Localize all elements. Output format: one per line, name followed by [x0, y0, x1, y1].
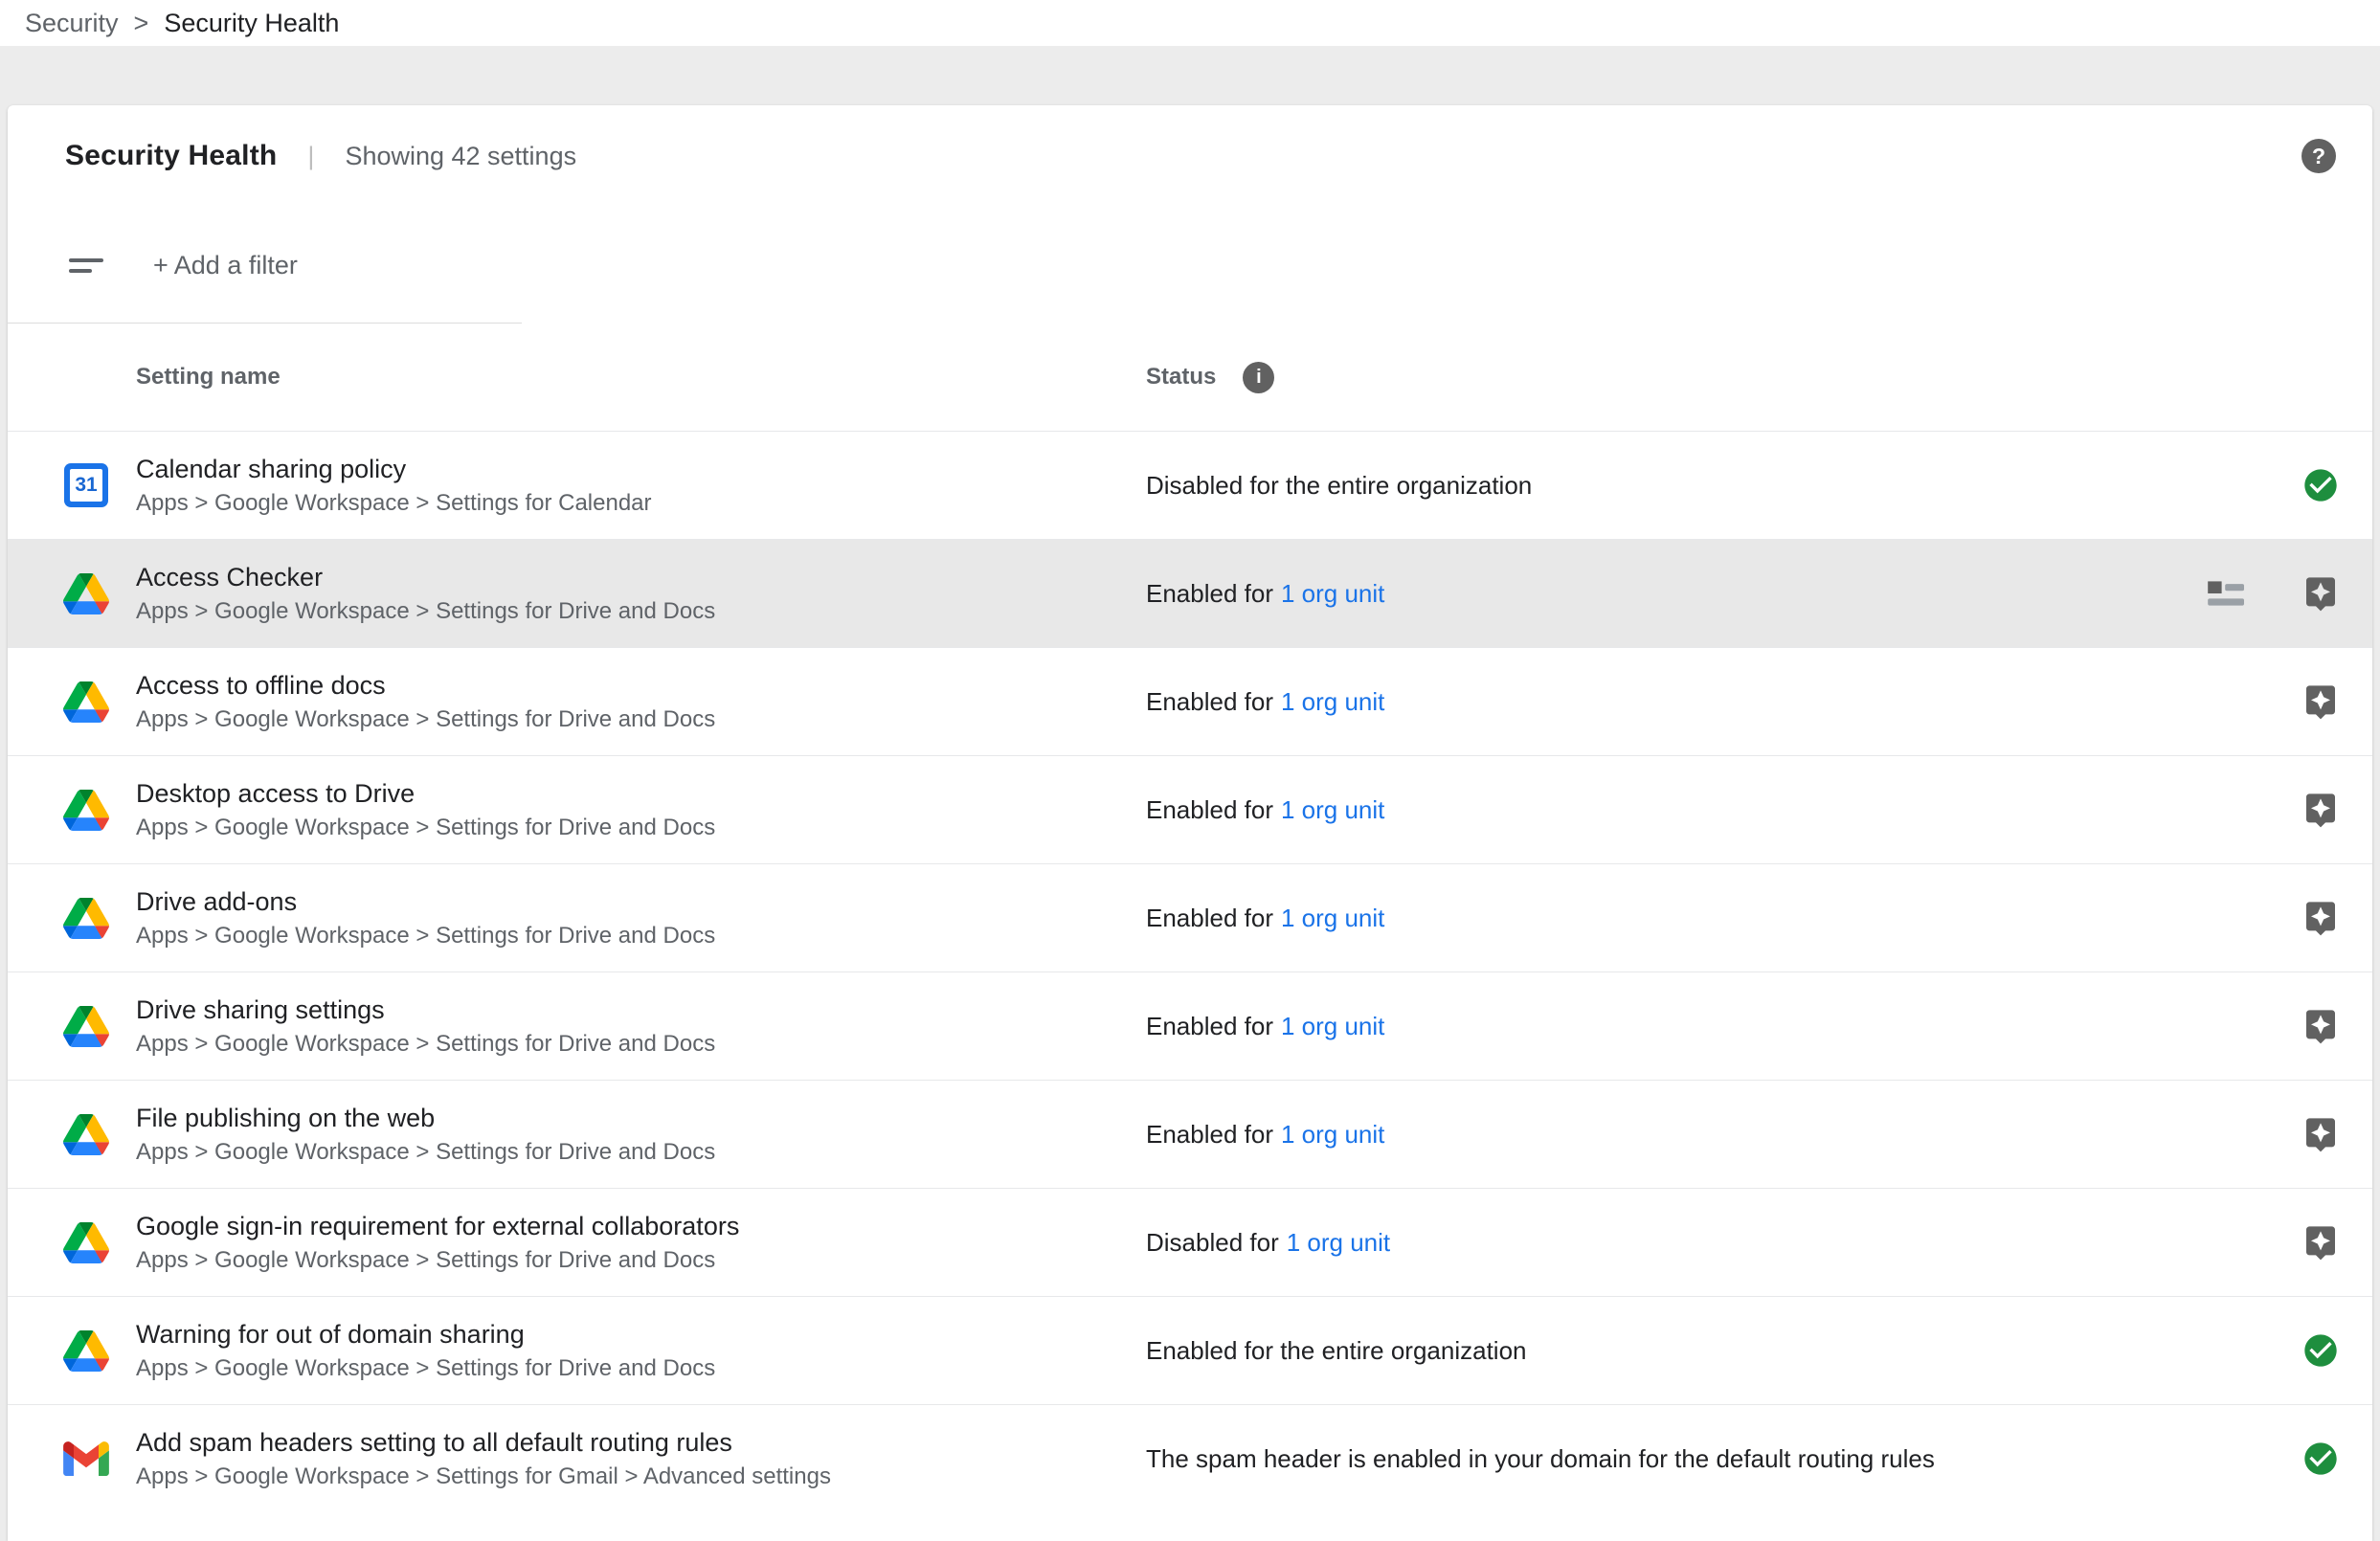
status-text: The spam header is enabled in your domai… — [1146, 1444, 1935, 1474]
status-text: Enabled for — [1146, 795, 1273, 825]
table-row[interactable]: Access Checker Apps > Google Workspace >… — [8, 539, 2372, 647]
status-text: Enabled for — [1146, 904, 1273, 933]
status-text: Enabled for — [1146, 1120, 1273, 1150]
status-text: Enabled for — [1146, 1012, 1273, 1041]
status-text: Disabled for the entire organization — [1146, 471, 1532, 501]
breadcrumb-separator-icon: > — [134, 9, 149, 38]
filter-icon — [69, 258, 105, 273]
breadcrumb-security-health: Security Health — [164, 9, 339, 38]
table-header: Setting name Status i — [8, 324, 2372, 431]
table-row[interactable]: Warning for out of domain sharing Apps >… — [8, 1296, 2372, 1404]
breadcrumb: Security > Security Health — [0, 0, 2380, 46]
status-text: Disabled for — [1146, 1228, 1279, 1258]
recommendation-flag-icon[interactable] — [2301, 791, 2340, 829]
app-icon — [63, 1328, 109, 1374]
drive-icon — [63, 573, 109, 614]
setting-path: Apps > Google Workspace > Settings for D… — [136, 1354, 715, 1383]
setting-path: Apps > Google Workspace > Settings for C… — [136, 489, 652, 518]
setting-title[interactable]: Desktop access to Drive — [136, 777, 715, 811]
org-unit-link[interactable]: 1 org unit — [1281, 687, 1384, 717]
org-unit-link[interactable]: 1 org unit — [1281, 1120, 1384, 1150]
setting-path: Apps > Google Workspace > Settings for D… — [136, 1138, 715, 1167]
security-health-card: Security Health | Showing 42 settings ? … — [8, 105, 2372, 1541]
app-icon — [63, 1219, 109, 1265]
app-icon — [63, 570, 109, 616]
recommendation-flag-icon[interactable] — [2301, 1115, 2340, 1153]
add-filter-button[interactable]: + Add a filter — [153, 251, 298, 280]
drive-icon — [63, 681, 109, 723]
org-unit-link[interactable]: 1 org unit — [1281, 579, 1384, 609]
setting-path: Apps > Google Workspace > Settings for D… — [136, 1246, 739, 1275]
org-unit-link[interactable]: 1 org unit — [1287, 1228, 1390, 1258]
drive-icon — [63, 1006, 109, 1047]
table-row[interactable]: Drive sharing settings Apps > Google Wor… — [8, 972, 2372, 1080]
filter-divider — [8, 323, 522, 324]
table-row[interactable]: Add spam headers setting to all default … — [8, 1404, 2372, 1512]
org-unit-link[interactable]: 1 org unit — [1281, 795, 1384, 825]
table-body: 31 Calendar sharing policy Apps > Google… — [8, 431, 2372, 1512]
setting-title[interactable]: Drive add-ons — [136, 885, 715, 919]
setting-title[interactable]: Add spam headers setting to all default … — [136, 1426, 831, 1460]
setting-path: Apps > Google Workspace > Settings for D… — [136, 814, 715, 842]
table-row[interactable]: Google sign-in requirement for external … — [8, 1188, 2372, 1296]
org-unit-link[interactable]: 1 org unit — [1281, 1012, 1384, 1041]
table-row[interactable]: Desktop access to Drive Apps > Google Wo… — [8, 755, 2372, 863]
app-icon — [63, 679, 109, 725]
recommendation-flag-icon[interactable] — [2301, 1007, 2340, 1045]
setting-path: Apps > Google Workspace > Settings for D… — [136, 922, 715, 950]
table-row[interactable]: File publishing on the web Apps > Google… — [8, 1080, 2372, 1188]
recommendation-flag-icon[interactable] — [2301, 1223, 2340, 1262]
setting-title[interactable]: Warning for out of domain sharing — [136, 1318, 715, 1351]
status-text: Enabled for the entire organization — [1146, 1336, 1527, 1366]
check-circle-icon — [2301, 1331, 2340, 1370]
status-text: Enabled for — [1146, 687, 1273, 717]
app-icon — [63, 1436, 109, 1482]
setting-title[interactable]: Google sign-in requirement for external … — [136, 1210, 739, 1243]
title-separator: | — [307, 142, 314, 171]
table-row[interactable]: Access to offline docs Apps > Google Wor… — [8, 647, 2372, 755]
app-icon — [63, 1003, 109, 1049]
gmail-icon — [63, 1441, 109, 1476]
column-status: Status — [1146, 364, 1216, 391]
drive-icon — [63, 898, 109, 939]
setting-path: Apps > Google Workspace > Settings for D… — [136, 1030, 715, 1059]
recommendation-flag-icon[interactable] — [2301, 574, 2340, 613]
check-circle-icon — [2301, 1440, 2340, 1478]
check-circle-icon — [2301, 466, 2340, 504]
drive-icon — [63, 1330, 109, 1372]
filter-bar: + Add a filter — [8, 207, 2372, 324]
recommendation-flag-icon[interactable] — [2301, 682, 2340, 721]
org-unit-link[interactable]: 1 org unit — [1281, 904, 1384, 933]
drive-icon — [63, 1114, 109, 1155]
drive-icon — [63, 790, 109, 831]
setting-title[interactable]: Access Checker — [136, 561, 715, 594]
calendar-icon: 31 — [64, 463, 108, 507]
org-unit-icon — [2206, 576, 2248, 611]
help-icon[interactable]: ? — [2301, 139, 2336, 173]
app-icon — [63, 787, 109, 833]
setting-title[interactable]: Access to offline docs — [136, 669, 715, 703]
setting-path: Apps > Google Workspace > Settings for D… — [136, 705, 715, 734]
column-setting-name: Setting name — [136, 364, 281, 391]
info-icon[interactable]: i — [1243, 362, 1274, 393]
table-row[interactable]: Drive add-ons Apps > Google Workspace > … — [8, 863, 2372, 972]
status-text: Enabled for — [1146, 579, 1273, 609]
page-title: Security Health — [65, 140, 277, 172]
breadcrumb-security[interactable]: Security — [25, 9, 119, 38]
settings-count: Showing 42 settings — [345, 142, 576, 171]
app-icon: 31 — [63, 462, 109, 508]
app-icon — [63, 1111, 109, 1157]
card-header: Security Health | Showing 42 settings ? — [8, 105, 2372, 207]
setting-title[interactable]: File publishing on the web — [136, 1102, 715, 1135]
drive-icon — [63, 1222, 109, 1263]
setting-title[interactable]: Calendar sharing policy — [136, 453, 652, 486]
setting-path: Apps > Google Workspace > Settings for D… — [136, 597, 715, 626]
table-row[interactable]: 31 Calendar sharing policy Apps > Google… — [8, 431, 2372, 539]
recommendation-flag-icon[interactable] — [2301, 899, 2340, 937]
app-icon — [63, 895, 109, 941]
setting-title[interactable]: Drive sharing settings — [136, 994, 715, 1027]
calendar-icon-label: 31 — [70, 469, 102, 502]
